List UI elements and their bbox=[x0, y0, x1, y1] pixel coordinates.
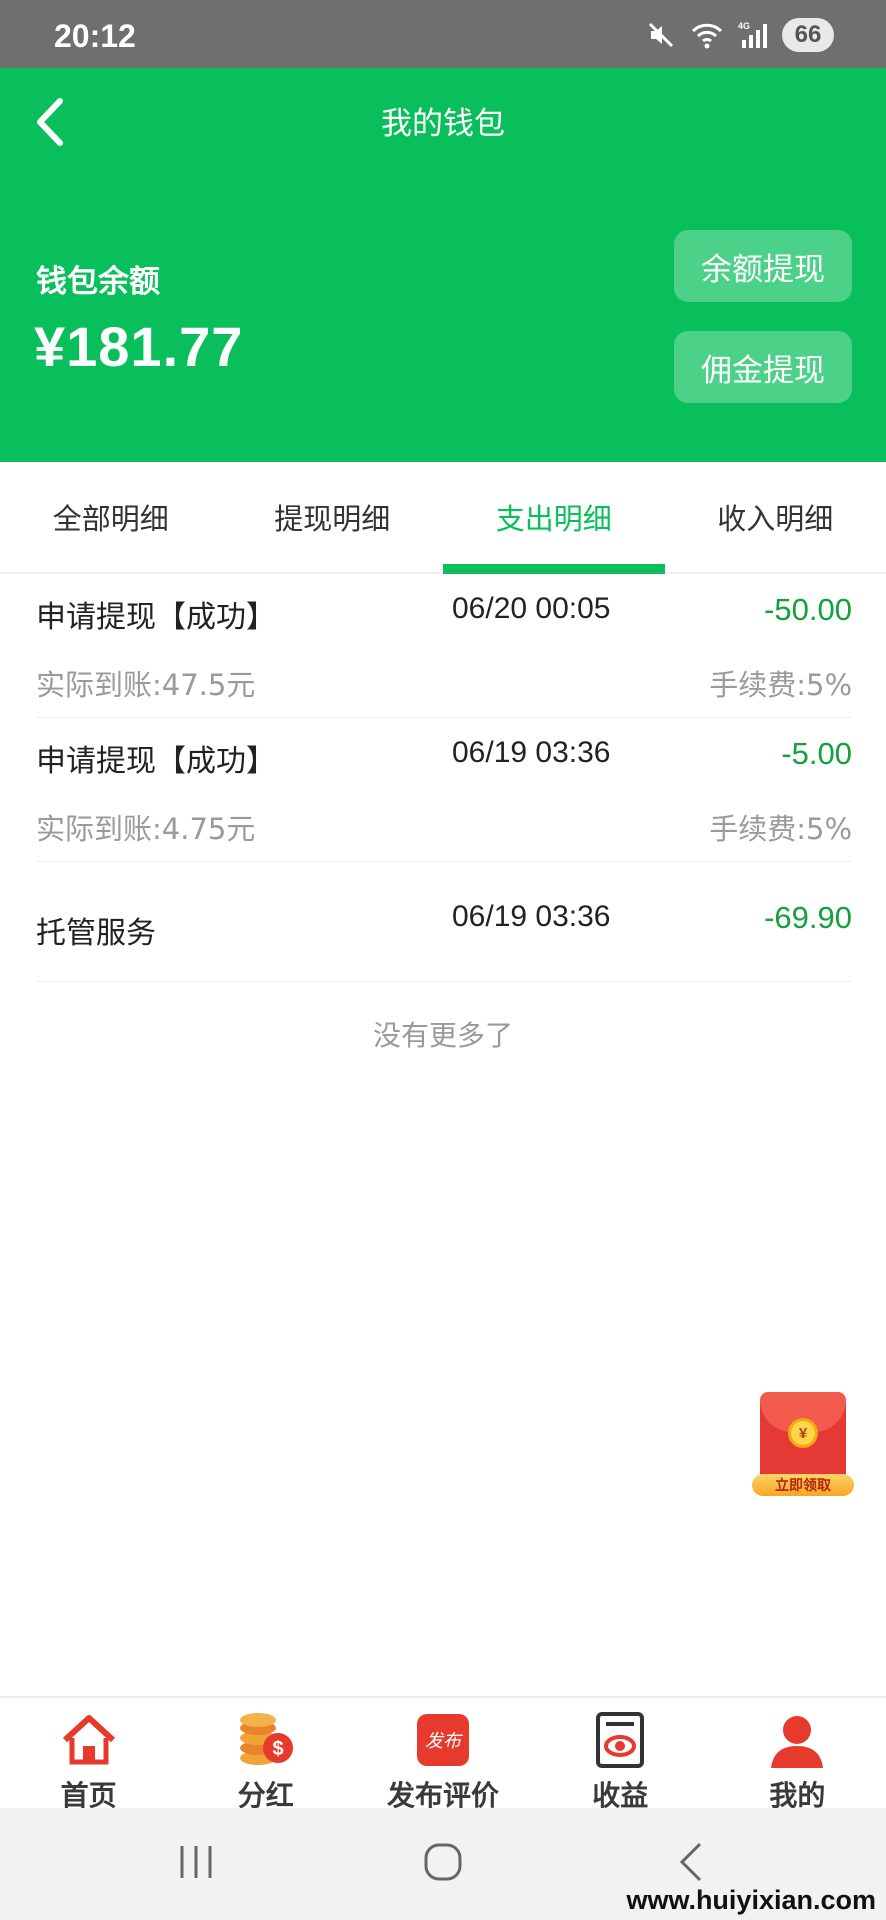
record-amount: -50.00 bbox=[764, 592, 852, 627]
back-nav-icon[interactable] bbox=[676, 1840, 706, 1884]
record-title: 申请提现【成功】 bbox=[36, 744, 276, 779]
balance-value: ¥181.77 bbox=[34, 315, 244, 378]
withdraw-commission-button[interactable]: 佣金提现 bbox=[674, 331, 852, 403]
svg-text:4G: 4G bbox=[738, 21, 750, 31]
recent-apps-icon[interactable] bbox=[176, 1840, 216, 1884]
record-title: 托管服务 bbox=[36, 916, 156, 951]
coin-icon: ¥ bbox=[788, 1418, 818, 1448]
tab-all-details[interactable]: 全部明细 bbox=[0, 462, 222, 572]
publish-icon: 发布 bbox=[417, 1714, 469, 1766]
status-time: 20:12 bbox=[54, 18, 136, 54]
wallet-header: 我的钱包 钱包余额 ¥181.77 余额提现 佣金提现 bbox=[0, 68, 886, 462]
no-more-text: 没有更多了 bbox=[372, 1019, 513, 1052]
bottom-nav: 首页 $ 分红 发布 发布评价 收益 我的 bbox=[0, 1696, 886, 1812]
record-fee: 手续费:5% bbox=[709, 812, 852, 846]
red-packet-cta: 立即领取 bbox=[752, 1474, 854, 1496]
system-nav-bar: www.huiyixian.com bbox=[0, 1808, 886, 1920]
nav-item-publish-review[interactable]: 发布 发布评价 bbox=[354, 1698, 531, 1812]
record-fee: 手续费:5% bbox=[709, 668, 852, 702]
mute-icon bbox=[646, 20, 676, 50]
home-icon bbox=[62, 1715, 115, 1765]
svg-text:$: $ bbox=[272, 1738, 283, 1760]
nav-item-dividend[interactable]: $ 分红 bbox=[177, 1698, 354, 1812]
record-time: 06/19 03:36 bbox=[452, 900, 611, 933]
status-icons: 4G 66 bbox=[646, 18, 834, 52]
tab-expense-details[interactable]: 支出明细 bbox=[443, 462, 665, 574]
nav-item-mine[interactable]: 我的 bbox=[709, 1698, 886, 1812]
user-icon bbox=[771, 1716, 824, 1768]
transaction-list: 申请提现【成功】 06/20 00:05 -50.00 实际到账:47.5元 手… bbox=[36, 574, 852, 982]
record-time: 06/19 03:36 bbox=[452, 736, 611, 769]
nav-item-home[interactable]: 首页 bbox=[0, 1698, 177, 1812]
nav-item-earnings[interactable]: 收益 bbox=[532, 1698, 709, 1812]
record-title: 申请提现【成功】 bbox=[36, 600, 276, 635]
red-packet-button[interactable]: ¥ 立即领取 bbox=[752, 1392, 858, 1502]
wifi-icon bbox=[690, 20, 724, 50]
record-time: 06/20 00:05 bbox=[452, 592, 611, 625]
home-nav-icon[interactable] bbox=[422, 1840, 466, 1884]
list-item[interactable]: 申请提现【成功】 06/19 03:36 -5.00 实际到账:4.75元 手续… bbox=[36, 718, 852, 862]
balance-label: 钱包余额 bbox=[36, 264, 160, 300]
publish-icon-text: 发布 bbox=[425, 1731, 464, 1752]
list-item[interactable]: 申请提现【成功】 06/20 00:05 -50.00 实际到账:47.5元 手… bbox=[36, 574, 852, 718]
earnings-icon bbox=[596, 1712, 645, 1768]
tab-withdraw-details[interactable]: 提现明细 bbox=[222, 462, 444, 572]
record-actual-amount: 实际到账:4.75元 bbox=[36, 812, 256, 846]
coins-icon: $ bbox=[239, 1713, 293, 1765]
withdraw-balance-button[interactable]: 余额提现 bbox=[674, 230, 852, 302]
battery-indicator: 66 bbox=[782, 18, 834, 52]
watermark: www.huiyixian.com bbox=[626, 1885, 876, 1915]
record-amount: -5.00 bbox=[781, 736, 852, 771]
record-actual-amount: 实际到账:47.5元 bbox=[36, 668, 256, 702]
list-item[interactable]: 托管服务 06/19 03:36 -69.90 bbox=[36, 862, 852, 982]
status-bar: 20:12 4G 66 bbox=[0, 0, 886, 68]
detail-tabs: 全部明细 提现明细 支出明细 收入明细 bbox=[0, 462, 886, 574]
tab-income-details[interactable]: 收入明细 bbox=[665, 462, 886, 572]
record-amount: -69.90 bbox=[764, 900, 852, 935]
signal-icon: 4G bbox=[738, 20, 768, 50]
page-title: 我的钱包 bbox=[381, 106, 505, 142]
